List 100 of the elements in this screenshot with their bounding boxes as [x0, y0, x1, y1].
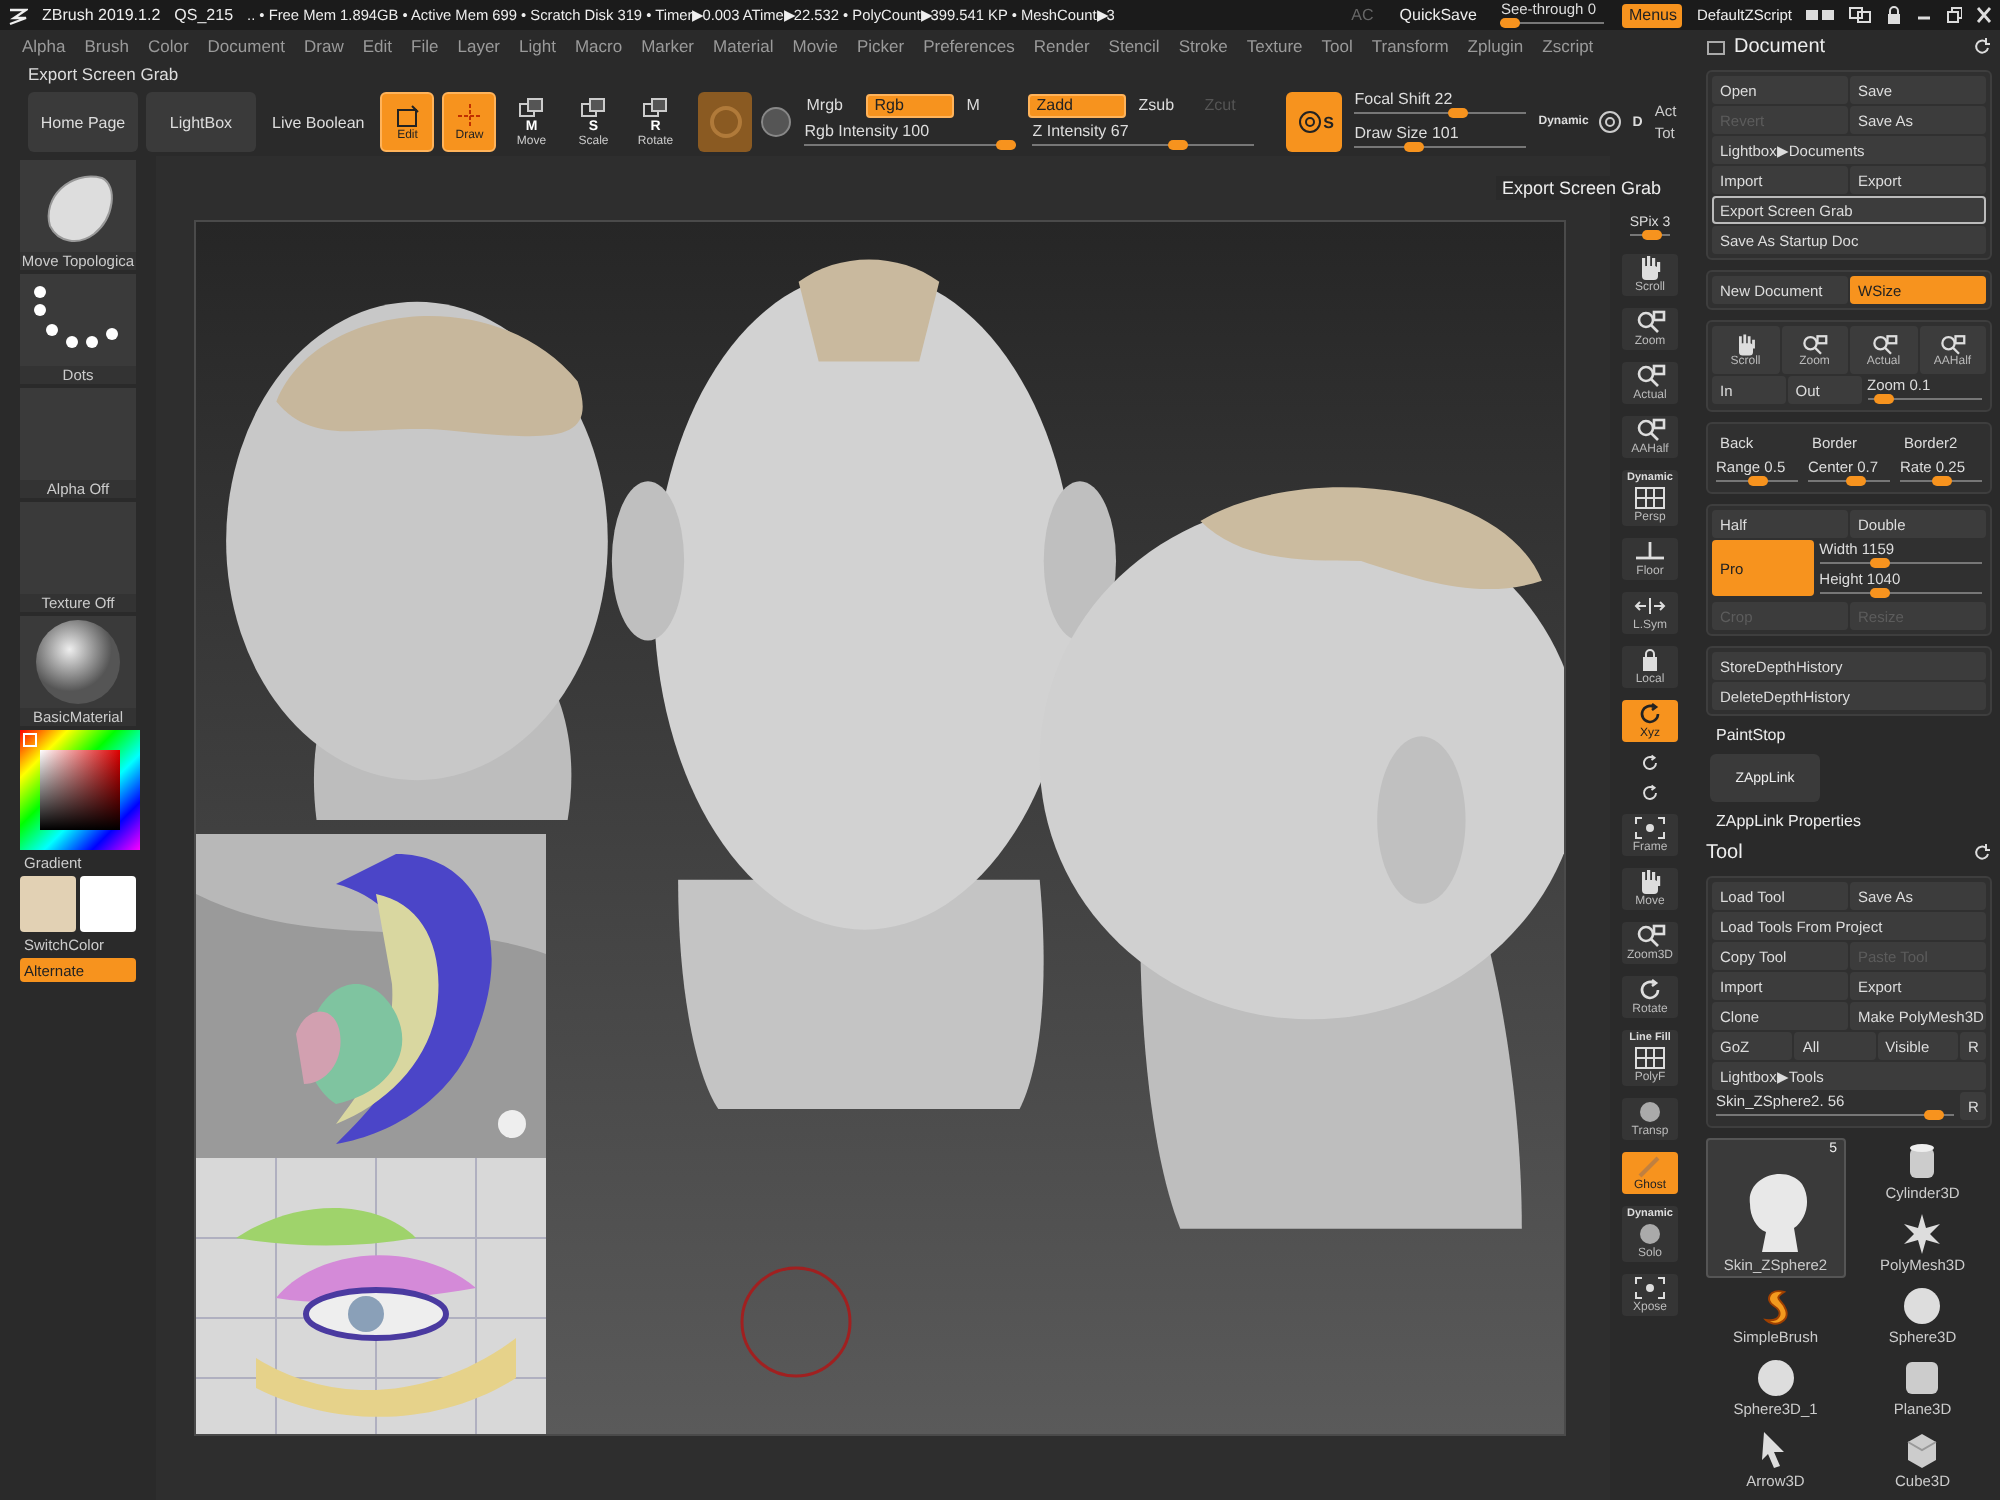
slider-thumb[interactable] [1923, 1110, 1944, 1120]
slider-thumb[interactable] [1500, 18, 1521, 28]
transform-icon [641, 97, 670, 117]
slider-thumb[interactable] [1747, 476, 1767, 486]
sphere-icon [1900, 1284, 1945, 1328]
color-swatch[interactable] [80, 876, 136, 932]
edit-icon [393, 103, 422, 127]
layout-icon [1806, 6, 1834, 24]
rotate-icon [1638, 784, 1662, 802]
menu-item[interactable]: Stroke [1178, 35, 1228, 55]
refresh-icon [1974, 844, 1992, 862]
menu-item[interactable]: Render [1033, 35, 1090, 55]
panel-title[interactable]: Tool [1706, 842, 1743, 864]
shelf-button[interactable]: LightBox [146, 92, 256, 152]
color-picker [20, 730, 140, 850]
sphere-icon [1634, 1222, 1666, 1246]
sphere-icon [1634, 1100, 1666, 1124]
menus-button[interactable]: Menus [1622, 3, 1683, 27]
menu-item[interactable]: Tool [1321, 35, 1353, 55]
frame-icon [1634, 1276, 1666, 1300]
menu-item[interactable]: Color [147, 35, 189, 55]
menu-item[interactable]: File [411, 35, 439, 55]
slider-thumb[interactable] [1869, 588, 1890, 598]
slider-thumb[interactable] [1447, 108, 1468, 118]
slider-thumb[interactable] [996, 139, 1017, 149]
symmetry-icon [1634, 594, 1666, 618]
menu-item[interactable]: Preferences [923, 35, 1015, 55]
rgb-intensity-slider[interactable]: Rgb Intensity 100 [800, 121, 1021, 151]
mode-button[interactable]: Zsub [1132, 93, 1193, 117]
rotate-icon [1638, 754, 1662, 772]
panel-title[interactable]: Document [1734, 36, 1826, 58]
sphere-icon [34, 618, 122, 706]
title-button[interactable]: QuickSave [1393, 3, 1483, 27]
menu-item[interactable]: Material [713, 35, 774, 55]
magnifier-icon [1634, 364, 1666, 388]
magnifier-icon [1800, 333, 1829, 355]
grid-icon [1634, 1046, 1666, 1070]
menu-item[interactable]: Zscript [1542, 35, 1594, 55]
channel-button[interactable]: Mrgb [800, 93, 861, 117]
focal-shift-slider[interactable]: Focal Shift 22 [1350, 90, 1531, 120]
slider-thumb[interactable] [1404, 142, 1425, 152]
project-name: QS_215 [174, 6, 234, 24]
close-icon [1976, 6, 1992, 24]
menu-item[interactable]: Edit [362, 35, 393, 55]
floor-icon [1634, 540, 1666, 564]
material-swatch[interactable] [698, 92, 753, 152]
frame-icon [1634, 816, 1666, 840]
lock-icon [1886, 6, 1902, 24]
magnifier-icon [1634, 924, 1666, 948]
slider-thumb[interactable] [1167, 139, 1188, 149]
brush-button[interactable]: S [1286, 92, 1343, 152]
slider-thumb[interactable] [1845, 476, 1866, 486]
z-intensity-slider[interactable]: Z Intensity 67 [1028, 121, 1259, 151]
star-icon [1900, 1212, 1945, 1256]
shelf-button[interactable]: Home Page [28, 92, 138, 152]
menu-item[interactable]: Marker [641, 35, 695, 55]
slider-thumb[interactable] [1873, 394, 1894, 404]
palette-title: Export Screen Grab [26, 62, 181, 88]
mode-button[interactable]: Zadd [1028, 93, 1127, 117]
menu-item[interactable]: Draw [304, 35, 344, 55]
draw-size-slider[interactable]: Draw Size 101 [1350, 124, 1531, 154]
target-icon [1596, 108, 1625, 136]
refresh-icon [1974, 38, 1992, 56]
palette-icon [1706, 39, 1726, 55]
menu-item[interactable]: Brush [84, 35, 129, 55]
slider-thumb[interactable] [1931, 476, 1951, 486]
plugin-label[interactable]: ZAppLink Properties [1706, 812, 1992, 830]
menu-item[interactable]: Texture [1246, 35, 1303, 55]
material-sphere-icon [760, 106, 793, 138]
restore-icon [1946, 6, 1962, 24]
shell-icon [707, 104, 744, 140]
shelf-button[interactable]: Live Boolean [264, 92, 373, 152]
menu-item[interactable]: Light [519, 35, 556, 55]
channel-button[interactable]: Rgb [866, 93, 955, 117]
menu-item[interactable]: Transform [1371, 35, 1449, 55]
menu-item[interactable]: Alpha [22, 35, 66, 55]
menu-item[interactable]: Document [207, 35, 286, 55]
transform-icon [517, 97, 546, 117]
grid-icon [1634, 486, 1666, 510]
menu-item[interactable]: Stencil [1108, 35, 1160, 55]
menu-item[interactable]: Movie [792, 35, 838, 55]
menu-item[interactable]: Zplugin [1467, 35, 1524, 55]
magnifier-icon [1869, 333, 1898, 355]
plugin-label[interactable]: PaintStop [1706, 726, 1992, 744]
magnifier-icon [1938, 333, 1967, 355]
logo-icon [8, 5, 28, 25]
channel-button[interactable]: M [960, 93, 1021, 117]
crosshair-icon [455, 103, 484, 127]
menu-item[interactable]: Macro [574, 35, 623, 55]
transform-icon [579, 97, 608, 117]
magnifier-icon [1634, 418, 1666, 442]
window-icon [1848, 6, 1872, 24]
menu-item[interactable]: Picker [856, 35, 905, 55]
target-icon [1295, 108, 1324, 136]
slider-thumb[interactable] [1869, 558, 1890, 568]
magnifier-icon [1634, 310, 1666, 334]
slider-thumb[interactable] [1642, 230, 1663, 240]
app-title: ZBrush 2019.1.2 [42, 6, 161, 24]
menu-item[interactable]: Layer [457, 35, 500, 55]
color-swatch[interactable] [20, 876, 76, 932]
